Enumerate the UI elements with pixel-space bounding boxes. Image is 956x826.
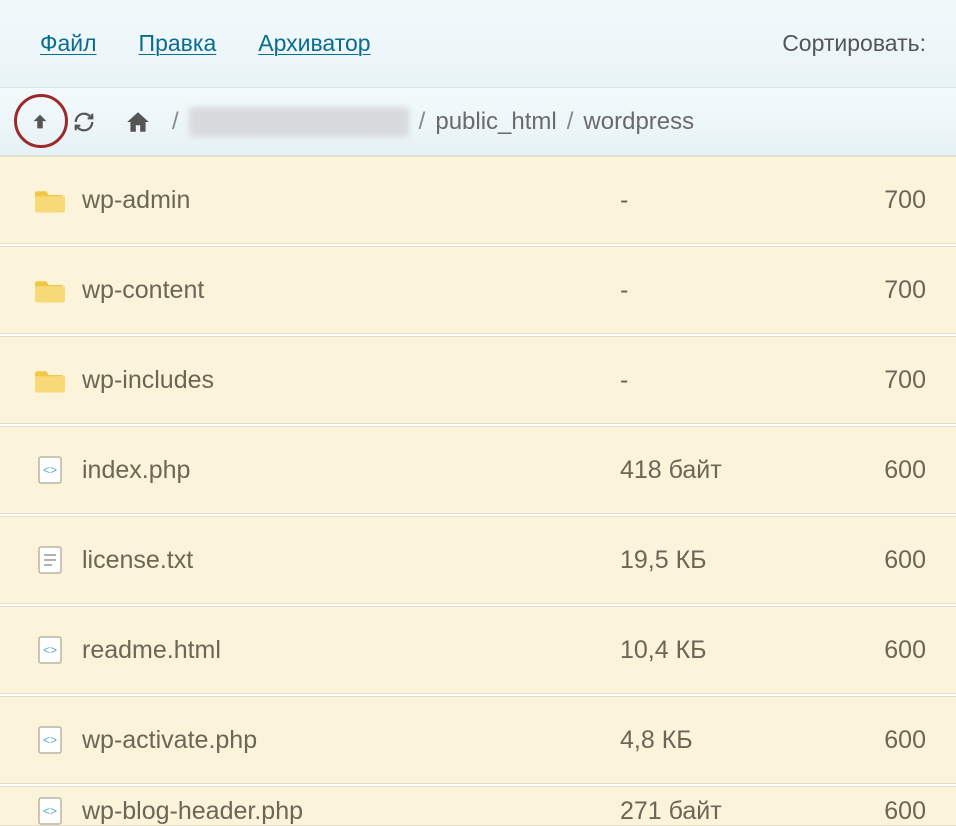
folder-icon xyxy=(26,187,74,213)
folder-icon xyxy=(26,367,74,393)
code-file-icon: <> xyxy=(26,797,74,825)
breadcrumb[interactable]: / / public_html / wordpress xyxy=(168,107,694,137)
breadcrumb-sep: / xyxy=(567,108,574,136)
file-name: readme.html xyxy=(74,636,620,665)
file-size: 271 байт xyxy=(620,797,820,826)
menu-left: Файл Правка Архиватор xyxy=(40,30,782,57)
folder-icon xyxy=(26,277,74,303)
breadcrumb-sep: / xyxy=(419,108,426,136)
code-file-icon: <> xyxy=(26,726,74,754)
file-size: 418 байт xyxy=(620,456,820,485)
file-size: 10,4 КБ xyxy=(620,636,820,665)
file-name: license.txt xyxy=(74,546,620,575)
file-perm: 600 xyxy=(820,456,930,485)
file-perm: 600 xyxy=(820,636,930,665)
refresh-icon xyxy=(73,111,95,133)
svg-text:<>: <> xyxy=(43,804,57,818)
breadcrumb-blurred xyxy=(189,107,409,137)
file-size: - xyxy=(620,366,820,395)
file-name: wp-activate.php xyxy=(74,726,620,755)
file-size: 4,8 КБ xyxy=(620,726,820,755)
breadcrumb-seg-1[interactable]: public_html xyxy=(435,108,556,136)
file-list: wp-admin - 700 wp-content - 700 wp-inclu… xyxy=(0,156,956,826)
menu-bar: Файл Правка Архиватор Сортировать: xyxy=(0,0,956,88)
file-size: - xyxy=(620,186,820,215)
file-perm: 600 xyxy=(820,726,930,755)
breadcrumb-seg-2[interactable]: wordpress xyxy=(583,108,694,136)
menu-file[interactable]: Файл xyxy=(40,30,97,57)
file-perm: 700 xyxy=(820,366,930,395)
file-size: 19,5 КБ xyxy=(620,546,820,575)
sort-label[interactable]: Сортировать: xyxy=(782,30,926,57)
code-file-icon: <> xyxy=(26,456,74,484)
breadcrumb-sep: / xyxy=(172,108,179,136)
file-perm: 700 xyxy=(820,186,930,215)
code-file-icon: <> xyxy=(26,636,74,664)
file-name: wp-content xyxy=(74,276,620,305)
up-button[interactable] xyxy=(18,100,62,144)
file-size: - xyxy=(620,276,820,305)
file-perm: 700 xyxy=(820,276,930,305)
text-file-icon xyxy=(26,546,74,574)
list-item[interactable]: <> readme.html 10,4 КБ 600 xyxy=(0,606,956,694)
file-perm: 600 xyxy=(820,546,930,575)
file-name: wp-admin xyxy=(74,186,620,215)
file-name: wp-includes xyxy=(74,366,620,395)
list-item[interactable]: wp-content - 700 xyxy=(0,246,956,334)
refresh-button[interactable] xyxy=(62,100,106,144)
svg-text:<>: <> xyxy=(43,643,57,657)
list-item[interactable]: <> wp-blog-header.php 271 байт 600 xyxy=(0,786,956,826)
list-item[interactable]: license.txt 19,5 КБ 600 xyxy=(0,516,956,604)
svg-text:<>: <> xyxy=(43,733,57,747)
file-perm: 600 xyxy=(820,797,930,826)
home-button[interactable] xyxy=(116,100,160,144)
arrow-up-icon xyxy=(29,111,51,133)
file-name: wp-blog-header.php xyxy=(74,797,620,826)
menu-archiver[interactable]: Архиватор xyxy=(258,30,370,57)
list-item[interactable]: <> wp-activate.php 4,8 КБ 600 xyxy=(0,696,956,784)
home-icon xyxy=(125,109,151,135)
list-item[interactable]: <> index.php 418 байт 600 xyxy=(0,426,956,514)
svg-text:<>: <> xyxy=(43,463,57,477)
toolbar: / / public_html / wordpress xyxy=(0,88,956,156)
file-name: index.php xyxy=(74,456,620,485)
list-item[interactable]: wp-includes - 700 xyxy=(0,336,956,424)
menu-edit[interactable]: Правка xyxy=(139,30,217,57)
list-item[interactable]: wp-admin - 700 xyxy=(0,156,956,244)
